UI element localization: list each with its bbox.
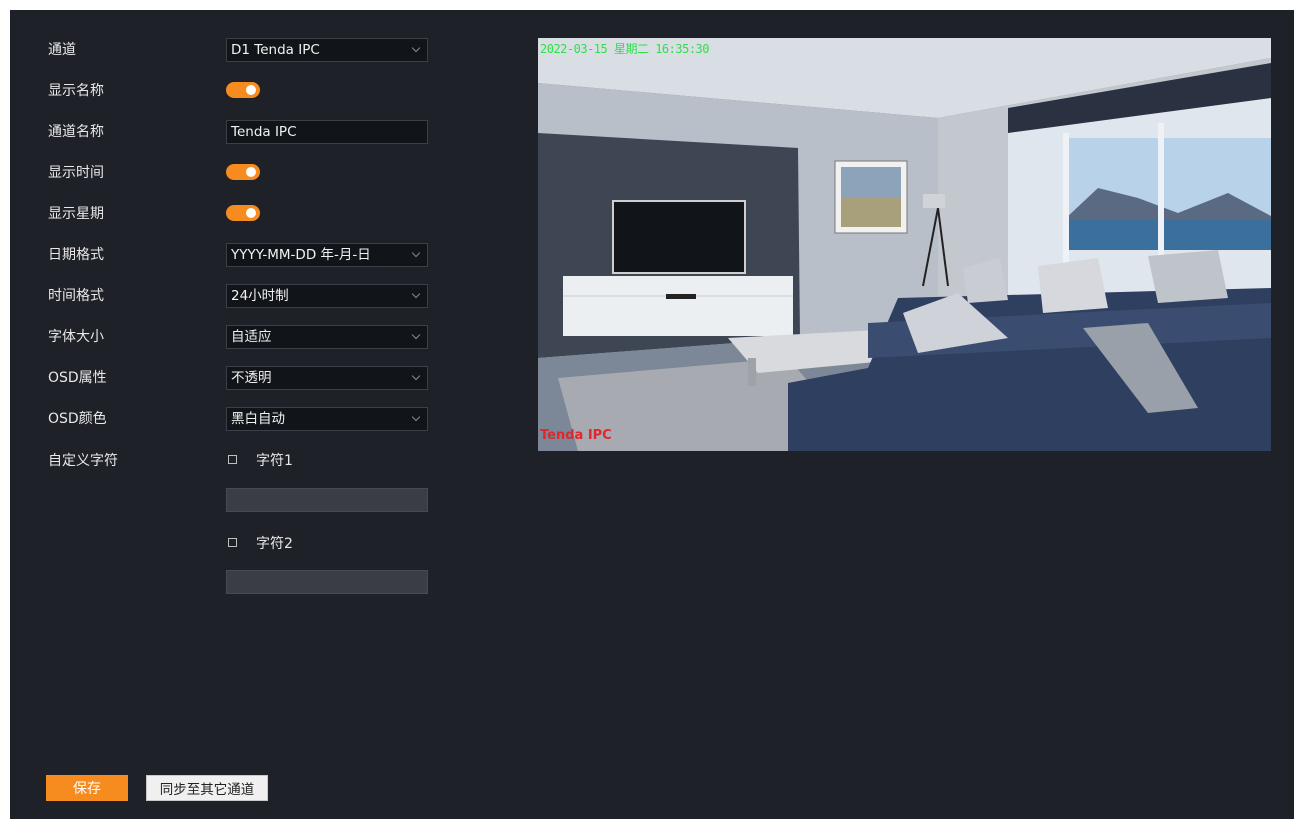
chevron-down-icon: [411, 43, 421, 53]
osd-name-overlay: Tenda IPC: [540, 428, 612, 443]
living-room-scene-image: [538, 38, 1271, 451]
show-week-toggle[interactable]: [226, 205, 260, 221]
toggle-knob: [246, 208, 256, 218]
chevron-down-icon: [411, 412, 421, 422]
date-format-value: YYYY-MM-DD 年-月-日: [231, 247, 371, 263]
channel-name-label: 通道名称: [48, 124, 104, 140]
char2-row: 字符2: [10, 530, 460, 558]
time-format-value: 24小时制: [231, 288, 289, 304]
time-format-row: 时间格式 24小时制: [10, 282, 460, 310]
char1-input[interactable]: [226, 488, 428, 512]
osd-color-select[interactable]: 黑白自动: [226, 407, 428, 431]
chevron-down-icon: [411, 248, 421, 258]
chevron-down-icon: [411, 330, 421, 340]
chevron-down-icon: [411, 371, 421, 381]
channel-row: 通道 D1 Tenda IPC: [10, 36, 460, 64]
osd-time-overlay: 2022-03-15 星期二 16:35:30: [540, 42, 710, 56]
toggle-knob: [246, 167, 256, 177]
show-week-label: 显示星期: [48, 206, 104, 222]
show-time-row: 显示时间: [10, 159, 460, 187]
date-format-select[interactable]: YYYY-MM-DD 年-月-日: [226, 243, 428, 267]
show-name-label: 显示名称: [48, 83, 104, 99]
char1-label: 字符1: [256, 453, 293, 469]
channel-select[interactable]: D1 Tenda IPC: [226, 38, 428, 62]
char2-input[interactable]: [226, 570, 428, 594]
font-size-label: 字体大小: [48, 329, 104, 345]
osd-color-label: OSD颜色: [48, 411, 107, 427]
osd-attr-label: OSD属性: [48, 370, 107, 386]
sync-to-other-channels-button[interactable]: 同步至其它通道: [146, 775, 268, 801]
show-name-row: 显示名称: [10, 77, 460, 105]
date-format-label: 日期格式: [48, 247, 104, 263]
show-time-toggle[interactable]: [226, 164, 260, 180]
font-size-row: 字体大小 自适应: [10, 323, 460, 351]
channel-name-row: 通道名称 Tenda IPC: [10, 118, 460, 146]
save-button[interactable]: 保存: [46, 775, 128, 801]
char1-checkbox[interactable]: [228, 455, 237, 464]
toggle-knob: [246, 85, 256, 95]
camera-preview[interactable]: 2022-03-15 星期二 16:35:30 Tenda IPC: [538, 38, 1271, 451]
font-size-select[interactable]: 自适应: [226, 325, 428, 349]
date-format-row: 日期格式 YYYY-MM-DD 年-月-日: [10, 241, 460, 269]
show-week-row: 显示星期: [10, 200, 460, 228]
font-size-value: 自适应: [231, 329, 272, 345]
osd-color-value: 黑白自动: [231, 411, 285, 427]
osd-settings-panel: 通道 D1 Tenda IPC 显示名称 通道名称 Tenda IPC 显示时间…: [10, 10, 1294, 819]
show-name-toggle[interactable]: [226, 82, 260, 98]
osd-attr-value: 不透明: [231, 370, 272, 386]
char2-option[interactable]: 字符2: [226, 530, 456, 558]
osd-attr-select[interactable]: 不透明: [226, 366, 428, 390]
custom-chars-row: 自定义字符 字符1: [10, 447, 460, 475]
osd-attr-row: OSD属性 不透明: [10, 364, 460, 392]
char2-checkbox[interactable]: [228, 538, 237, 547]
show-time-label: 显示时间: [48, 165, 104, 181]
time-format-label: 时间格式: [48, 288, 104, 304]
channel-name-input[interactable]: Tenda IPC: [226, 120, 428, 144]
time-format-select[interactable]: 24小时制: [226, 284, 428, 308]
chevron-down-icon: [411, 289, 421, 299]
channel-label: 通道: [48, 42, 76, 58]
char2-label: 字符2: [256, 536, 293, 552]
custom-chars-label: 自定义字符: [48, 453, 118, 469]
char1-option[interactable]: 字符1: [226, 447, 456, 475]
channel-select-value: D1 Tenda IPC: [231, 42, 320, 58]
osd-color-row: OSD颜色 黑白自动: [10, 405, 460, 433]
